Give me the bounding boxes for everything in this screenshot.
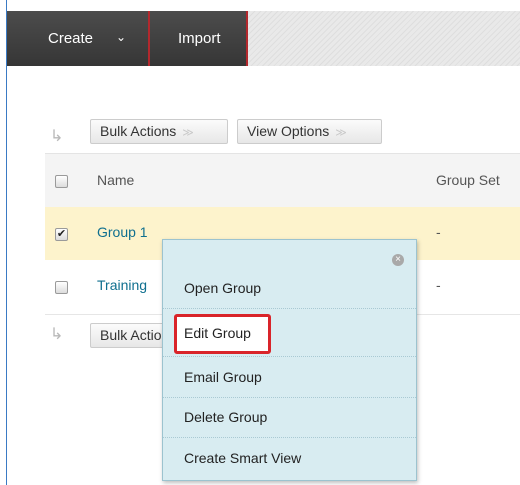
chevron-down-icon: ⌄: [116, 30, 127, 44]
table-header: Name Group Set: [45, 153, 520, 209]
menu-item-label: Open Group: [184, 280, 262, 296]
view-options-button[interactable]: View Options ≫: [237, 119, 382, 144]
group-name-link[interactable]: Group 1: [97, 224, 148, 240]
dropdown-icon: ≫: [335, 127, 347, 139]
row-checkbox[interactable]: [55, 281, 68, 294]
create-label: Create: [48, 30, 94, 47]
create-button[interactable]: Create ⌄: [7, 11, 150, 66]
menu-item-label: Email Group: [184, 369, 262, 385]
group-context-menu: × Open Group Edit Group Email Group Dele…: [162, 239, 417, 481]
group-set-value: -: [436, 224, 441, 240]
menu-item-delete-group[interactable]: Delete Group: [163, 397, 416, 438]
name-column-header[interactable]: Name: [97, 172, 134, 188]
import-label: Import: [178, 30, 221, 47]
menu-item-email-group[interactable]: Email Group: [163, 356, 416, 398]
select-all-arrow-icon: ↳: [50, 128, 64, 145]
group-name-link[interactable]: Training: [97, 277, 147, 293]
menu-item-create-smart-view[interactable]: Create Smart View: [163, 438, 416, 478]
import-button[interactable]: Import: [150, 11, 248, 66]
select-all-arrow-icon: ↳: [50, 326, 64, 343]
row-checkbox-checked[interactable]: ✔: [55, 228, 68, 241]
menu-item-edit-group[interactable]: Edit Group: [163, 314, 416, 354]
bulk-actions-label: Bulk Actions: [100, 123, 177, 139]
close-icon[interactable]: ×: [392, 254, 404, 266]
menu-item-label: Delete Group: [184, 409, 268, 425]
dropdown-icon: ≫: [182, 127, 194, 139]
bulk-actions-button[interactable]: Bulk Actions ≫: [90, 119, 228, 144]
menu-item-label: Edit Group: [184, 325, 251, 341]
select-all-checkbox[interactable]: [55, 175, 68, 188]
menu-item-open-group[interactable]: Open Group: [163, 268, 416, 309]
view-options-label: View Options: [247, 123, 330, 139]
group-set-value: -: [436, 277, 441, 293]
menu-item-label: Create Smart View: [184, 450, 302, 466]
group-set-column-header[interactable]: Group Set: [436, 172, 500, 188]
action-toolbar: Create ⌄ Import: [7, 11, 520, 66]
